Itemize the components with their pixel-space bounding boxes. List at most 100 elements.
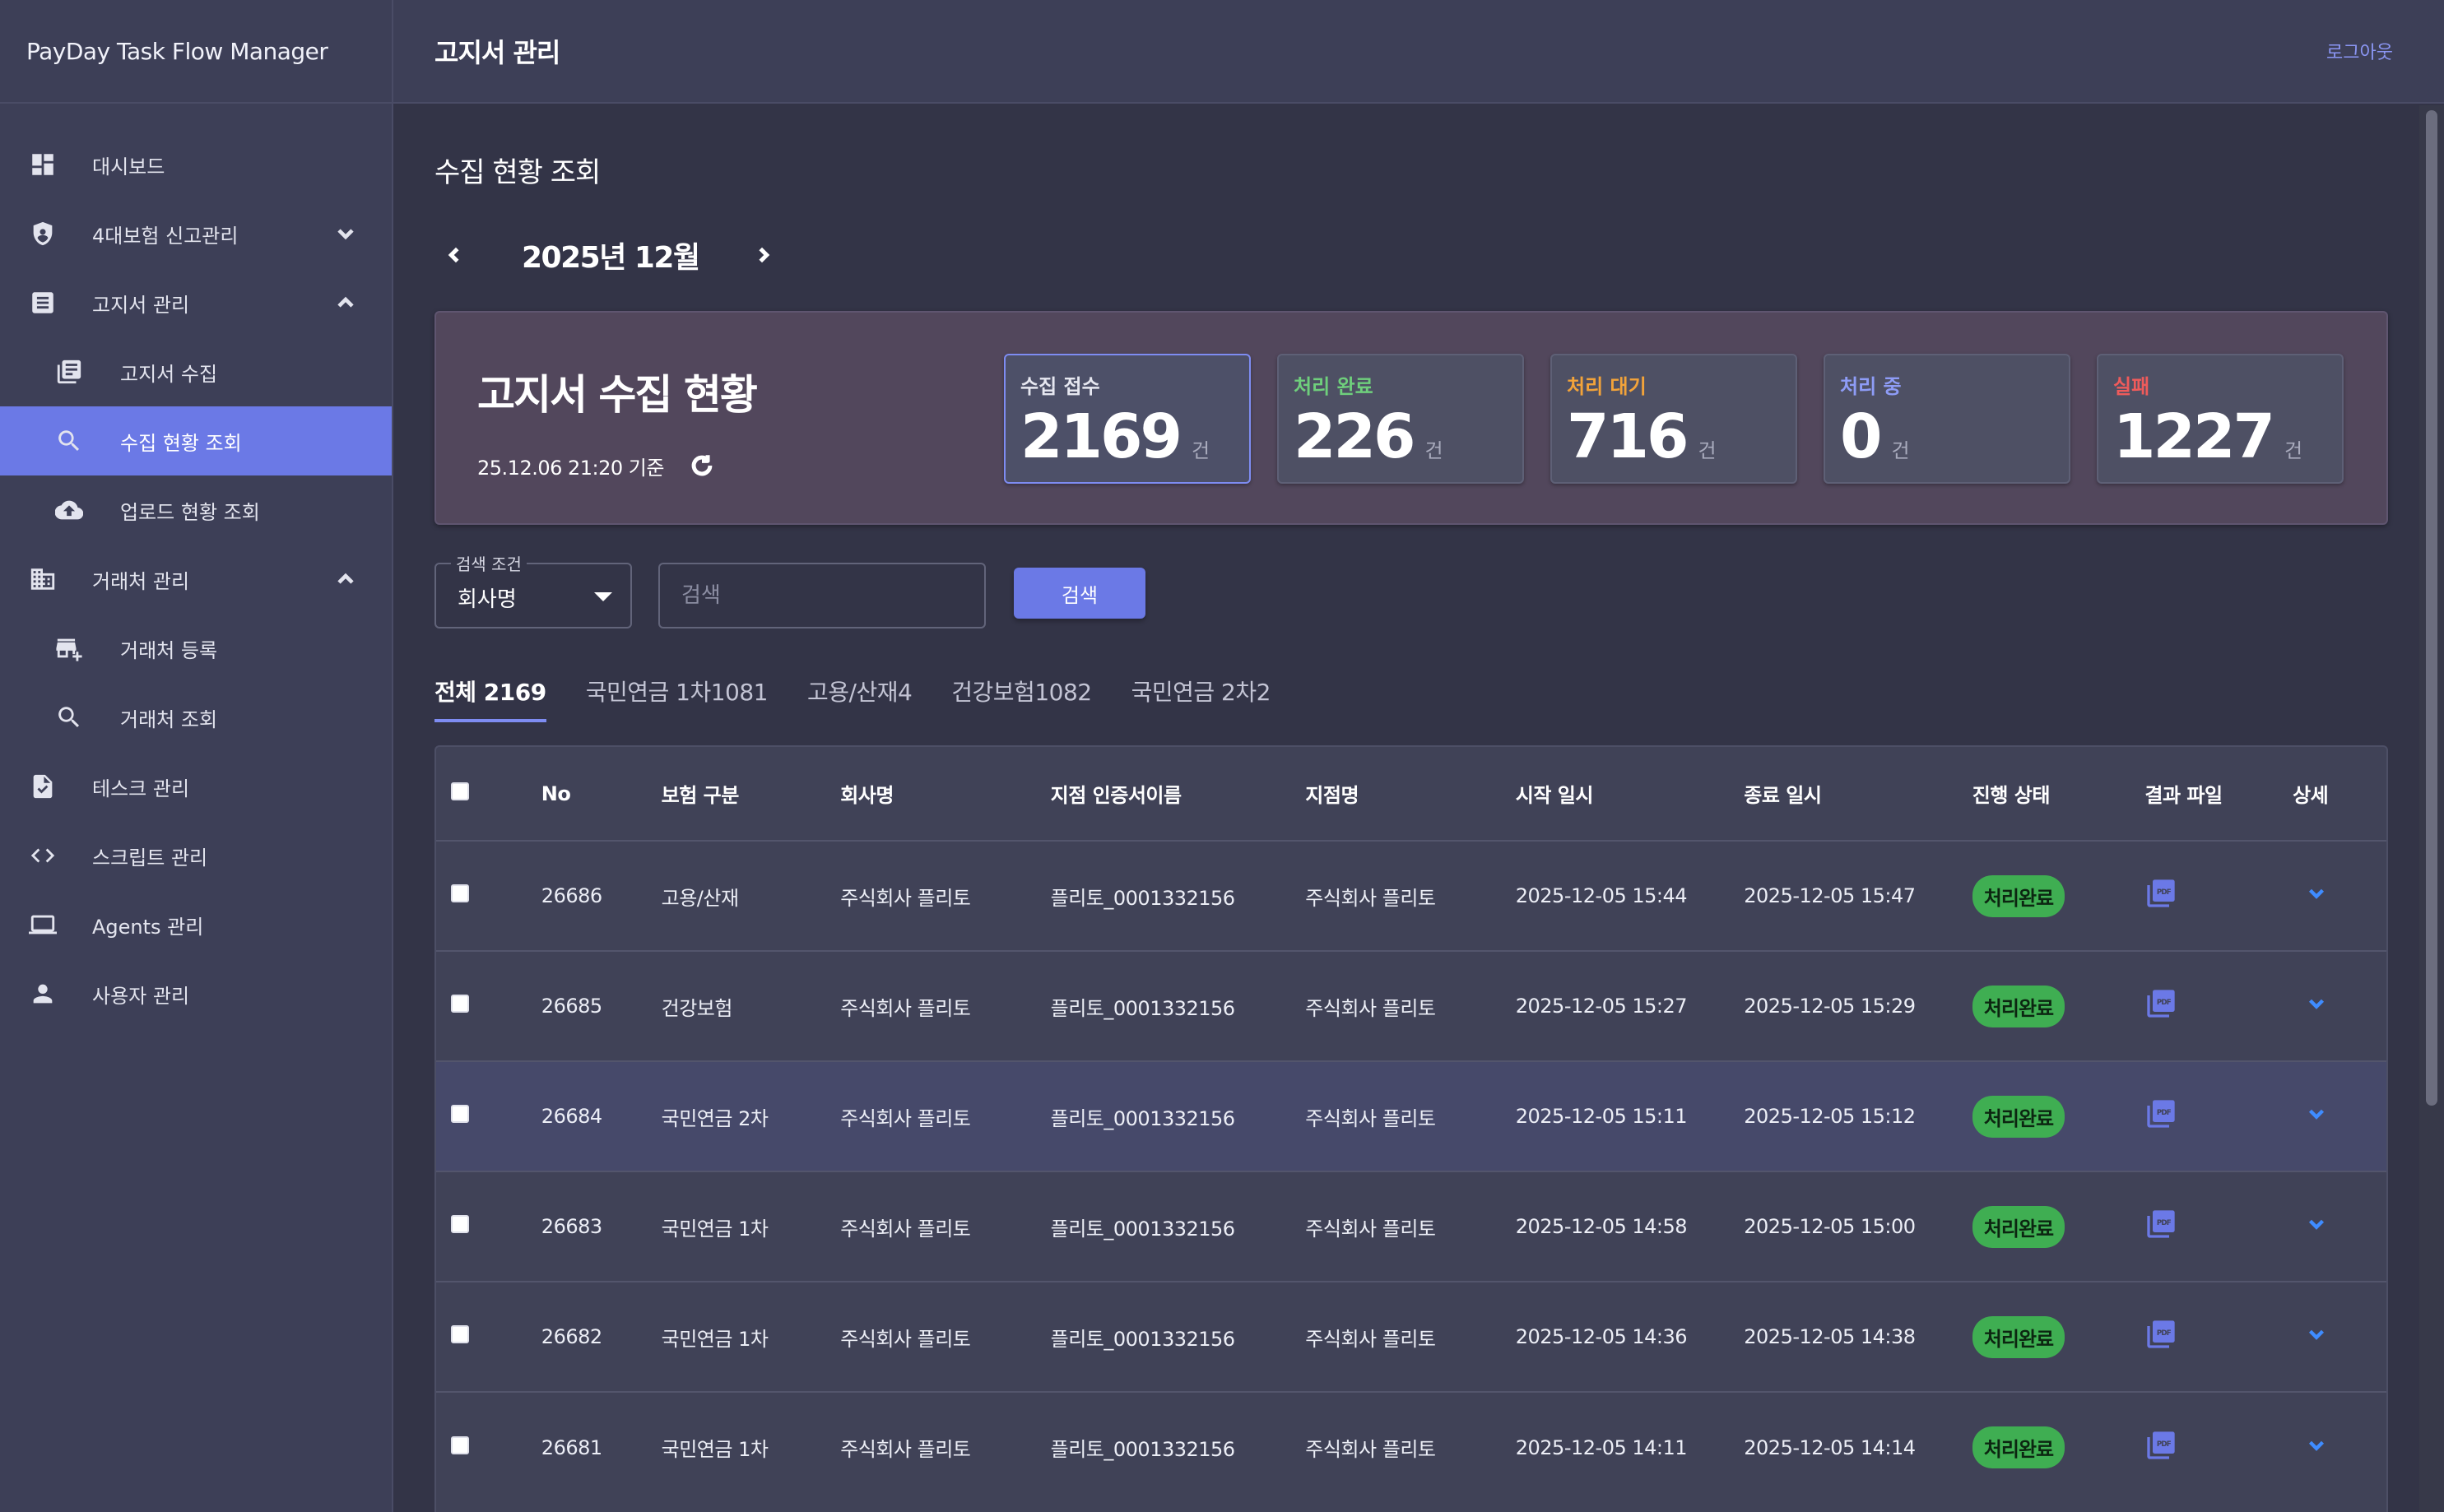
pdf-icon[interactable]: PDF — [2144, 877, 2177, 910]
row-checkbox[interactable] — [451, 1105, 469, 1123]
svg-text:PDF: PDF — [2157, 1329, 2172, 1338]
sidebar-item-label: 고지서 수집 — [120, 362, 218, 386]
tab-national-pension-2[interactable]: 국민연금 2차2 — [1131, 665, 1271, 722]
stat-label: 처리 중 — [1840, 375, 1902, 398]
chevron-down-icon[interactable] — [332, 220, 359, 247]
cell-company: 주식회사 플리토 — [840, 1106, 971, 1130]
sidebar-item-bill-collect[interactable]: 고지서 수집 — [0, 337, 392, 406]
collection-summary-panel: 고지서 수집 현황 25.12.06 21:20 기준 수집 접수 2169 건 … — [434, 311, 2388, 525]
sidebar-item-client-search[interactable]: 거래처 조회 — [0, 683, 392, 752]
stat-card-received[interactable]: 수집 접수 2169 건 — [1004, 354, 1251, 484]
chevron-up-icon[interactable] — [332, 290, 359, 316]
month-navigator: 2025년 12월 — [434, 229, 783, 281]
pdf-icon[interactable]: PDF — [2144, 1097, 2177, 1130]
tab-employment-injury[interactable]: 고용/산재4 — [807, 665, 913, 722]
cell-result-file: PDF — [2144, 1282, 2293, 1392]
sidebar-item-label: Agents 관리 — [92, 915, 204, 939]
sidebar-item-label: 사용자 관리 — [92, 984, 190, 1008]
cell-result-file: PDF — [2144, 841, 2293, 951]
stat-card-processing[interactable]: 처리 중 0건 — [1824, 354, 2070, 484]
table-row[interactable]: 26685 건강보험 주식회사 플리토 플리토_0001332156 주식회사 플리토 2… — [436, 951, 2386, 1061]
cell-end-time: 2025-12-05 15:29 — [1744, 995, 1916, 1018]
expand-row-chevron-icon[interactable] — [2304, 1433, 2329, 1458]
sidebar-item-bills[interactable]: 고지서 관리 — [0, 268, 392, 337]
task-check-icon — [26, 770, 59, 803]
building-icon — [26, 563, 59, 596]
page-scrollbar[interactable] — [2419, 105, 2444, 1512]
tab-health-insurance[interactable]: 건강보험1082 — [951, 665, 1092, 722]
sidebar-item-tasks[interactable]: 테스크 관리 — [0, 752, 392, 821]
shield-icon — [26, 217, 59, 250]
table-row[interactable]: 26682 국민연금 1차 주식회사 플리토 플리토_0001332156 주식회사 플… — [436, 1282, 2386, 1392]
next-month-button[interactable] — [744, 235, 783, 275]
table-row[interactable]: 26683 국민연금 1차 주식회사 플리토 플리토_0001332156 주식회사 플… — [436, 1171, 2386, 1282]
tab-national-pension-1[interactable]: 국민연금 1차1081 — [586, 665, 769, 722]
row-checkbox[interactable] — [451, 1215, 469, 1233]
stat-card-completed[interactable]: 처리 완료 226 건 — [1277, 354, 1524, 484]
expand-row-chevron-icon[interactable] — [2304, 1102, 2329, 1126]
column-header: 종료 일시 — [1744, 784, 1822, 807]
expand-row-chevron-icon[interactable] — [2304, 881, 2329, 906]
timestamp-text: 25.12.06 21:20 기준 — [477, 456, 664, 480]
row-checkbox[interactable] — [451, 1325, 469, 1343]
sidebar-item-dashboard[interactable]: 대시보드 — [0, 130, 392, 199]
cell-no: 26682 — [541, 1325, 602, 1348]
cell-insurance-type: 국민연금 1차 — [661, 1438, 769, 1461]
stat-value: 716 건 — [1567, 401, 1717, 472]
search-button[interactable]: 검색 — [1014, 568, 1145, 619]
table-row[interactable]: 26686 고용/산재 주식회사 플리토 플리토_0001332156 주식회사 플리토… — [436, 841, 2386, 951]
cell-insurance-type: 고용/산재 — [661, 886, 739, 910]
sidebar-item-clients[interactable]: 거래처 관리 — [0, 545, 392, 614]
scrollbar-thumb[interactable] — [2426, 110, 2437, 1106]
search-input[interactable] — [658, 563, 986, 628]
cell-start-time: 2025-12-05 14:36 — [1515, 1325, 1688, 1348]
cell-end-time: 2025-12-05 15:12 — [1744, 1105, 1916, 1128]
expand-row-chevron-icon[interactable] — [2304, 1212, 2329, 1236]
sidebar-item-collection-status[interactable]: 수집 현황 조회 — [0, 406, 392, 475]
chevron-up-icon[interactable] — [332, 566, 359, 592]
status-badge: 처리완료 — [1972, 1095, 2065, 1138]
cell-no: 26685 — [541, 995, 602, 1018]
cell-cert-name: 플리토_0001332156 — [1050, 1327, 1235, 1351]
sidebar-item-users[interactable]: 사용자 관리 — [0, 959, 392, 1028]
stat-card-pending[interactable]: 처리 대기 716 건 — [1550, 354, 1797, 484]
svg-text:PDF: PDF — [2157, 1440, 2172, 1448]
expand-row-chevron-icon[interactable] — [2304, 991, 2329, 1016]
refresh-button[interactable] — [685, 449, 718, 482]
sidebar-item-upload-status[interactable]: 업로드 현황 조회 — [0, 475, 392, 545]
stat-label: 처리 대기 — [1567, 375, 1647, 398]
sidebar-item-insurance[interactable]: 4대보험 신고관리 — [0, 199, 392, 268]
table-row[interactable]: 26681 국민연금 1차 주식회사 플리토 플리토_0001332156 주식회사 플… — [436, 1392, 2386, 1502]
cell-cert-name: 플리토_0001332156 — [1050, 1438, 1235, 1461]
cell-detail — [2293, 1282, 2386, 1392]
tab-all[interactable]: 전체 2169 — [434, 665, 546, 722]
cell-status: 처리완료 — [1972, 1061, 2145, 1171]
search-condition-select[interactable]: 검색 조건 회사명 — [434, 551, 632, 628]
column-header: 결과 파일 — [2144, 784, 2223, 807]
sidebar-item-scripts[interactable]: 스크립트 관리 — [0, 821, 392, 890]
row-checkbox[interactable] — [451, 995, 469, 1013]
dashboard-icon — [26, 148, 59, 181]
pdf-icon[interactable]: PDF — [2144, 1208, 2177, 1241]
refresh-icon — [691, 455, 713, 476]
search-condition-label: 검색 조건 — [451, 551, 527, 575]
pdf-icon[interactable]: PDF — [2144, 1429, 2177, 1462]
stat-card-failed[interactable]: 실패 1227 건 — [2097, 354, 2344, 484]
select-all-checkbox[interactable] — [451, 782, 469, 800]
cell-cert-name: 플리토_0001332156 — [1050, 1217, 1235, 1241]
status-badge: 처리완료 — [1972, 985, 2065, 1027]
row-checkbox[interactable] — [451, 1435, 469, 1454]
row-checkbox[interactable] — [451, 884, 469, 902]
column-header: 보험 구분 — [661, 784, 740, 807]
document-list-icon — [26, 286, 59, 319]
column-header: 회사명 — [840, 784, 894, 807]
column-header: 상세 — [2293, 784, 2329, 807]
sidebar-item-agents[interactable]: Agents 관리 — [0, 890, 392, 959]
prev-month-button[interactable] — [434, 235, 474, 275]
pdf-icon[interactable]: PDF — [2144, 987, 2177, 1020]
pdf-icon[interactable]: PDF — [2144, 1318, 2177, 1351]
expand-row-chevron-icon[interactable] — [2304, 1322, 2329, 1347]
sidebar-item-client-register[interactable]: 거래처 등록 — [0, 614, 392, 683]
logout-link[interactable]: 로그아웃 — [2326, 38, 2393, 64]
table-row[interactable]: 26684 국민연금 2차 주식회사 플리토 플리토_0001332156 주식회사 플… — [436, 1061, 2386, 1171]
